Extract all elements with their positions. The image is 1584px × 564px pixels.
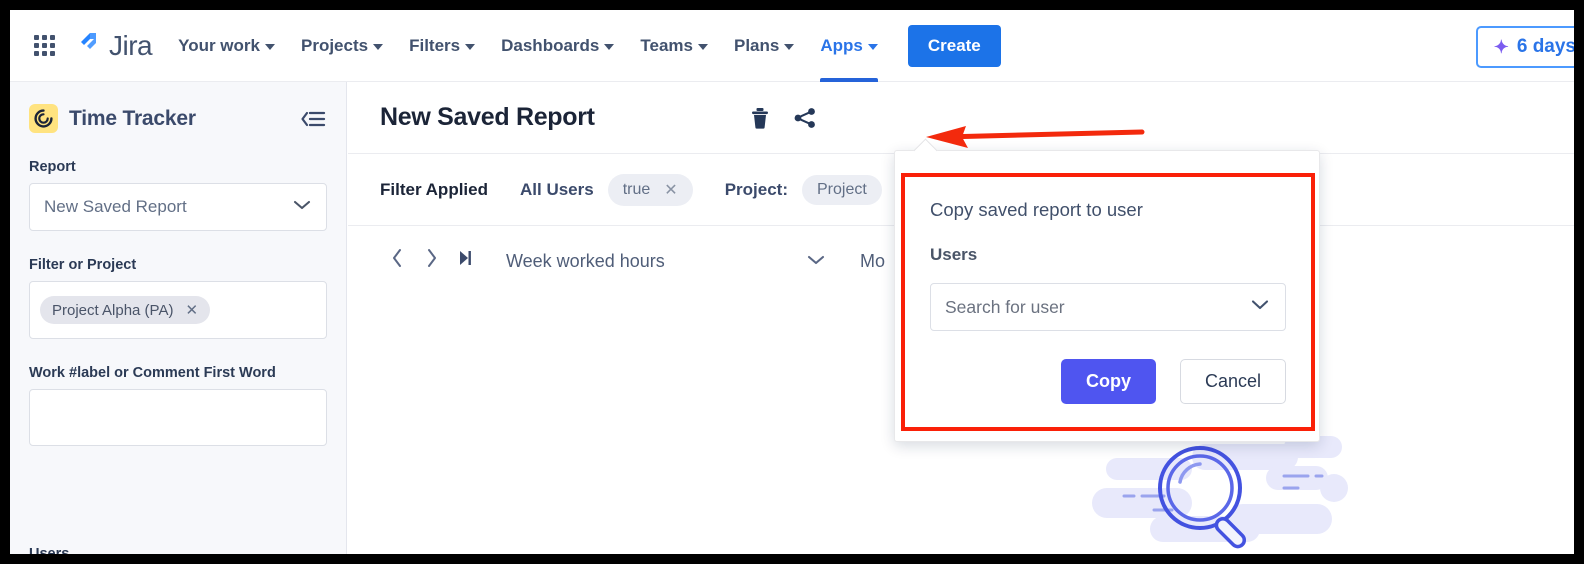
project-chip-label: Project Alpha (PA)	[52, 302, 173, 319]
jira-logo-link[interactable]: Jira	[77, 29, 152, 62]
nav-label: Teams	[640, 36, 693, 56]
collapse-sidebar-icon[interactable]	[299, 108, 327, 130]
view-mode-value: Week worked hours	[506, 251, 665, 272]
sidebar-next-field-label: Users	[29, 546, 69, 554]
trial-days-badge[interactable]: ✦ 6 days	[1476, 26, 1574, 68]
sidebar-app-title: Time Tracker	[69, 107, 196, 131]
chevron-down-icon	[806, 251, 826, 271]
magnifier-empty-state-icon	[1088, 430, 1388, 554]
all-users-pill[interactable]: true ✕	[608, 174, 693, 206]
nav-label: Dashboards	[501, 36, 599, 56]
chevron-right-icon[interactable]	[414, 248, 448, 274]
chevron-down-icon	[1249, 298, 1271, 316]
report-header-actions	[749, 106, 817, 130]
nav-item-your-work[interactable]: Your work	[178, 10, 275, 82]
trash-icon[interactable]	[749, 106, 771, 130]
users-field-label: Users	[930, 245, 1286, 265]
project-chip[interactable]: Project Alpha (PA) ✕	[40, 296, 210, 324]
time-tracker-logo-icon	[29, 104, 58, 133]
nav-item-plans[interactable]: Plans	[734, 10, 794, 82]
cancel-button[interactable]: Cancel	[1180, 359, 1286, 404]
skip-to-end-icon[interactable]	[448, 248, 482, 274]
work-label-field-label: Work #label or Comment First Word	[29, 365, 327, 381]
chevron-down-icon	[292, 198, 312, 216]
time-tracker-sidebar: Time Tracker Report New Saved Report Fil…	[10, 82, 347, 554]
nav-item-apps[interactable]: Apps	[820, 10, 878, 82]
nav-label: Plans	[734, 36, 779, 56]
page-title: New Saved Report	[380, 103, 595, 132]
nav-item-projects[interactable]: Projects	[301, 10, 383, 82]
project-filter-pill-value: Project	[817, 181, 867, 199]
red-highlight-box: Copy saved report to user Users Search f…	[901, 173, 1315, 431]
top-navigation-bar: Jira Your work Projects Filters Dashboar…	[10, 10, 1574, 82]
nav-item-teams[interactable]: Teams	[640, 10, 708, 82]
sidebar-header: Time Tracker	[29, 104, 327, 133]
chevron-down-icon	[698, 44, 708, 50]
nav-label: Apps	[820, 36, 863, 56]
filter-or-project-field[interactable]: Project Alpha (PA) ✕	[29, 281, 327, 339]
chevron-down-icon	[465, 44, 475, 50]
all-users-pill-value: true	[623, 181, 651, 199]
popover-body: Copy saved report to user Users Search f…	[905, 177, 1311, 404]
nav-item-filters[interactable]: Filters	[409, 10, 475, 82]
nav-item-dashboards[interactable]: Dashboards	[501, 10, 614, 82]
user-search-placeholder: Search for user	[945, 297, 1065, 318]
share-icon[interactable]	[793, 106, 817, 130]
popover-title: Copy saved report to user	[930, 199, 1286, 221]
trial-days-label: 6 days	[1517, 36, 1574, 58]
secondary-mode-select[interactable]: Mo	[860, 251, 885, 272]
work-label-input[interactable]	[29, 389, 327, 446]
nav-label: Your work	[178, 36, 260, 56]
chevron-left-icon[interactable]	[380, 248, 414, 274]
nav-label: Projects	[301, 36, 368, 56]
all-users-label: All Users	[520, 180, 594, 200]
chevron-down-icon	[373, 44, 383, 50]
chevron-down-icon	[265, 44, 275, 50]
app-window: Jira Your work Projects Filters Dashboar…	[10, 10, 1574, 554]
report-field-label: Report	[29, 159, 327, 175]
report-select-value: New Saved Report	[44, 197, 187, 217]
sparkle-icon: ✦	[1494, 37, 1509, 58]
create-button[interactable]: Create	[908, 25, 1001, 67]
jira-logo-icon	[77, 29, 103, 62]
copy-saved-report-popover: Copy saved report to user Users Search f…	[894, 150, 1320, 442]
report-select[interactable]: New Saved Report	[29, 183, 327, 231]
project-filter-pill[interactable]: Project	[802, 175, 882, 205]
user-search-select[interactable]: Search for user	[930, 283, 1286, 331]
grid-apps-icon[interactable]	[34, 35, 55, 56]
chevron-down-icon	[784, 44, 794, 50]
filter-or-project-label: Filter or Project	[29, 257, 327, 273]
project-filter-label: Project:	[725, 180, 788, 200]
close-icon[interactable]: ✕	[185, 301, 198, 319]
jira-wordmark: Jira	[109, 30, 152, 62]
filter-applied-label: Filter Applied	[380, 180, 488, 200]
popover-actions: Copy Cancel	[930, 359, 1286, 404]
close-icon[interactable]: ✕	[664, 180, 677, 200]
nav-label: Filters	[409, 36, 460, 56]
copy-button[interactable]: Copy	[1061, 359, 1156, 404]
report-header: New Saved Report	[348, 82, 1574, 154]
view-mode-select[interactable]: Week worked hours	[506, 251, 826, 272]
chevron-down-icon	[868, 44, 878, 50]
chevron-down-icon	[604, 44, 614, 50]
